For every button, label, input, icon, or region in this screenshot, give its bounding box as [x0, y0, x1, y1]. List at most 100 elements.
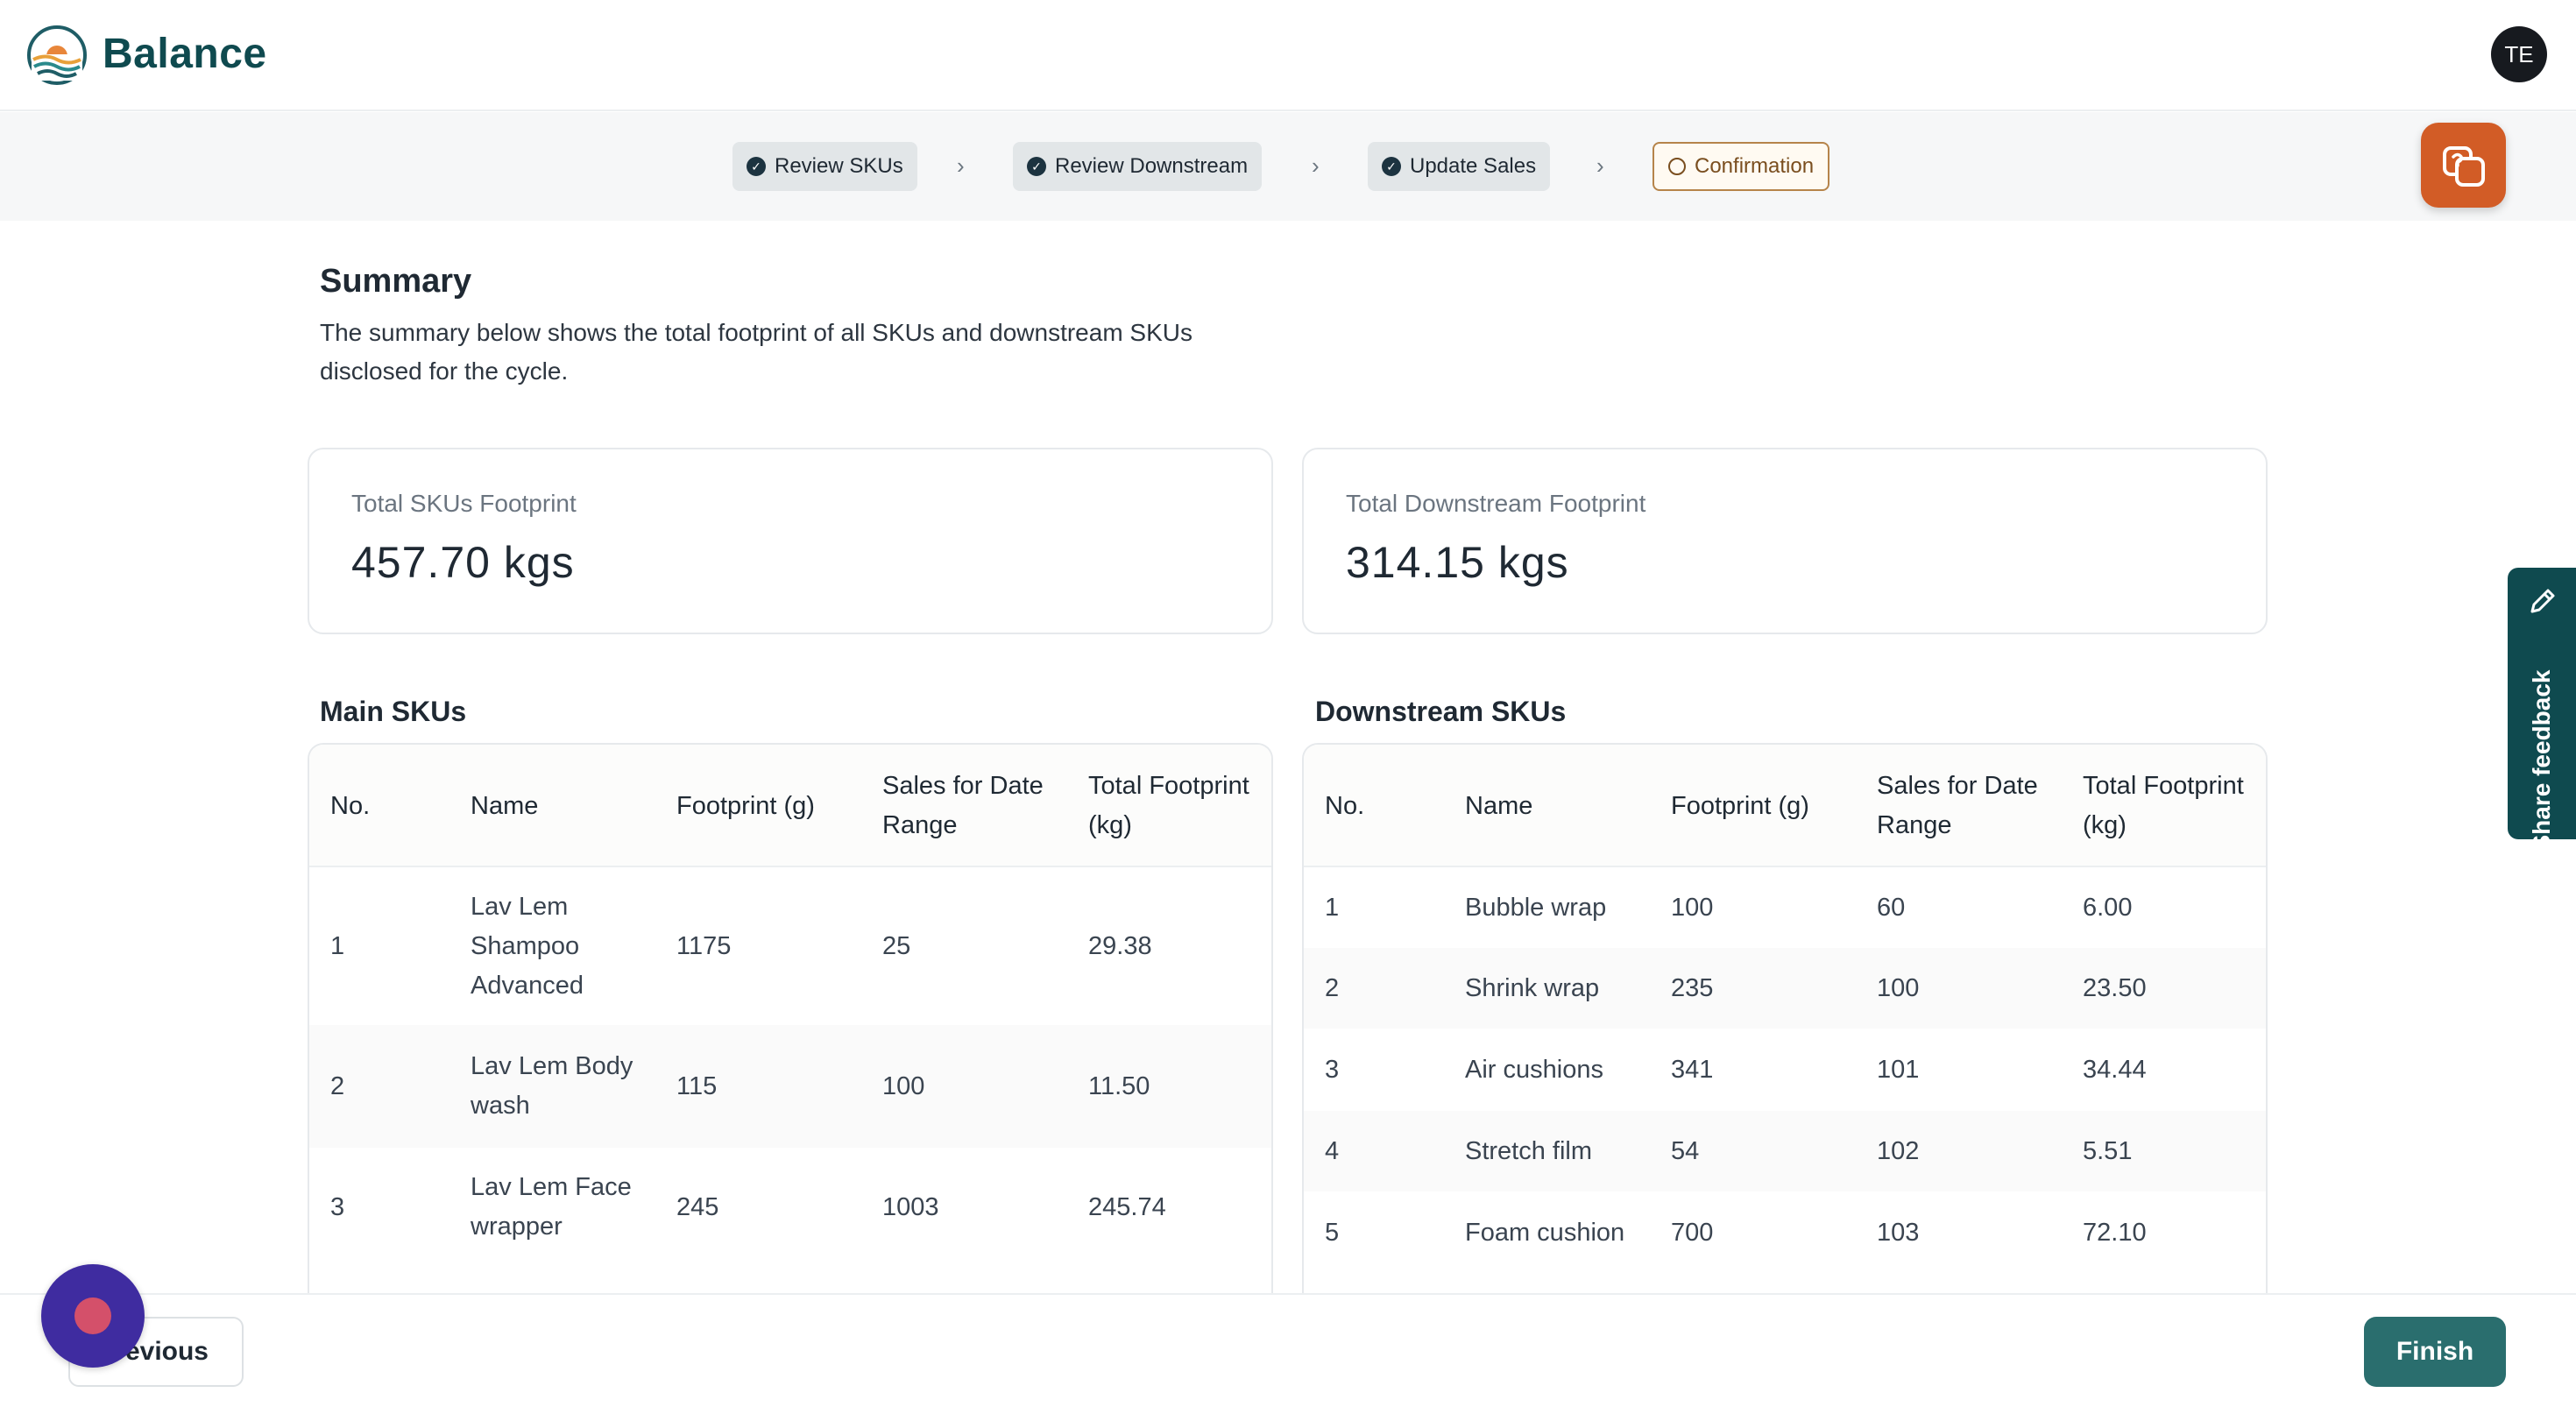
circle-outline-icon	[1668, 158, 1686, 175]
step-label: Review SKUs	[775, 154, 903, 178]
check-circle-icon: ✓	[747, 157, 766, 176]
cell-footprint: 245	[676, 1192, 719, 1221]
downstream-skus-table: No. Name Footprint (g) Sales for Date Ra…	[1302, 743, 2268, 1304]
summary-title: Summary	[320, 263, 472, 300]
chevron-right-icon: ›	[1312, 152, 1320, 179]
cell-sales: 101	[1877, 1055, 1920, 1084]
card-label: Total Downstream Footprint	[1346, 490, 1646, 517]
step-label: Update Sales	[1410, 154, 1537, 178]
cell-name: Bubble wrap	[1465, 893, 1607, 922]
share-feedback-label: Share feedback	[2528, 669, 2555, 852]
cell-footprint: 235	[1671, 973, 1714, 1002]
cell-sales: 100	[1877, 973, 1920, 1002]
cell-total: 23.50	[2083, 973, 2147, 1002]
share-feedback-tab[interactable]: Share feedback	[2508, 568, 2576, 852]
cell-footprint: 700	[1671, 1218, 1714, 1247]
step-label: Review Downstream	[1055, 154, 1249, 178]
column-header: Sales for Date Range	[1877, 772, 2038, 839]
table-row: 5 Foam cushion 700 103 72.10	[1304, 1191, 2266, 1274]
cell-no: 1	[1325, 893, 1340, 922]
card-value: 457.70 kgs	[351, 538, 575, 587]
cell-footprint: 54	[1671, 1136, 1700, 1165]
cell-no: 5	[1325, 1218, 1340, 1247]
chevron-right-icon: ›	[957, 152, 965, 179]
card-label: Total SKUs Footprint	[351, 490, 577, 517]
cell-total: 11.50	[1088, 1071, 1150, 1100]
cell-sales: 25	[882, 931, 911, 960]
column-header: Sales for Date Range	[882, 772, 1044, 839]
table-row: 2 Shrink wrap 235 100 23.50	[1304, 948, 2266, 1029]
cell-name: Lav Lem Face wrapper	[471, 1173, 632, 1241]
cell-sales: 102	[1877, 1136, 1920, 1165]
table-row: 1 Lav Lem Shampoo Advanced 1175 25 29.38	[309, 867, 1271, 1025]
chevron-right-icon: ›	[1596, 152, 1604, 179]
logo-icon	[27, 25, 87, 85]
table-row: 4 Stretch film 54 102 5.51	[1304, 1111, 2266, 1191]
cell-footprint: 1175	[676, 931, 732, 960]
column-header: Name	[1465, 791, 1533, 820]
cell-name: Lav Lem Body wash	[471, 1052, 633, 1120]
user-avatar[interactable]: TE	[2491, 26, 2547, 82]
total-skus-footprint-card: Total SKUs Footprint 457.70 kgs	[308, 448, 1273, 634]
pencil-icon	[2530, 589, 2555, 613]
help-chat-icon	[2442, 145, 2485, 187]
cell-name: Air cushions	[1465, 1055, 1603, 1084]
step-label: Confirmation	[1695, 154, 1815, 178]
cell-no: 4	[1325, 1136, 1340, 1165]
top-header: Balance TE	[0, 0, 2576, 111]
summary-description: The summary below shows the total footpr…	[320, 319, 1192, 385]
table-row: 2 Lav Lem Body wash 115 100 11.50	[309, 1025, 1271, 1148]
table-header: No. Name Footprint (g) Sales for Date Ra…	[309, 745, 1271, 867]
cell-total: 34.44	[2083, 1055, 2147, 1084]
step-update-sales[interactable]: ✓ Update Sales	[1368, 142, 1551, 191]
cell-sales: 1003	[882, 1192, 939, 1221]
downstream-skus-title: Downstream SKUs	[1315, 696, 1567, 727]
step-confirmation[interactable]: Confirmation	[1652, 142, 1830, 191]
table-row: 1 Bubble wrap 100 60 6.00	[1304, 867, 2266, 948]
check-circle-icon: ✓	[1382, 157, 1401, 176]
cell-sales: 60	[1877, 893, 1906, 922]
step-review-skus[interactable]: ✓ Review SKUs	[732, 142, 917, 191]
cell-no: 3	[330, 1192, 345, 1221]
main-skus-table: No. Name Footprint (g) Sales for Date Ra…	[308, 743, 1273, 1304]
table-header: No. Name Footprint (g) Sales for Date Ra…	[1304, 745, 2266, 867]
cell-footprint: 341	[1671, 1055, 1714, 1084]
cell-no: 2	[330, 1071, 345, 1100]
main-skus-title: Main SKUs	[320, 696, 467, 727]
cell-name: Stretch film	[1465, 1136, 1593, 1165]
cell-no: 3	[1325, 1055, 1340, 1084]
brand-name[interactable]: Balance	[103, 26, 267, 82]
footer-bar	[0, 1293, 2576, 1407]
cell-total: 5.51	[2083, 1136, 2133, 1165]
cell-no: 1	[330, 931, 345, 960]
cell-no: 2	[1325, 973, 1340, 1002]
table-row: 3 Air cushions 341 101 34.44	[1304, 1029, 2266, 1111]
cell-total: 245.74	[1088, 1192, 1166, 1221]
column-header: No.	[330, 791, 371, 820]
column-header: Footprint (g)	[676, 791, 815, 820]
cell-total: 72.10	[2083, 1218, 2147, 1247]
progress-stepper: ✓ Review SKUs › ✓ Review Downstream › ✓ …	[0, 112, 2576, 221]
record-button[interactable]	[41, 1264, 145, 1368]
cell-footprint: 100	[1671, 893, 1714, 922]
cell-name: Shrink wrap	[1465, 973, 1600, 1002]
check-circle-icon: ✓	[1027, 157, 1046, 176]
cell-total: 29.38	[1088, 931, 1152, 960]
column-header: Name	[471, 791, 539, 820]
record-icon	[74, 1297, 111, 1334]
cell-footprint: 115	[676, 1071, 718, 1100]
column-header: Total Footprint (kg)	[2083, 772, 2244, 839]
table-row: 3 Lav Lem Face wrapper 245 1003 245.74	[309, 1148, 1271, 1267]
help-chat-button[interactable]	[2421, 123, 2506, 208]
cell-name: Foam cushion	[1465, 1218, 1625, 1247]
total-downstream-footprint-card: Total Downstream Footprint 314.15 kgs	[1302, 448, 2268, 634]
column-header: Total Footprint (kg)	[1088, 772, 1249, 839]
finish-button[interactable]: Finish	[2364, 1317, 2506, 1387]
cell-sales: 100	[882, 1071, 925, 1100]
column-header: No.	[1325, 791, 1365, 820]
column-header: Footprint (g)	[1671, 791, 1809, 820]
cell-total: 6.00	[2083, 893, 2133, 922]
step-review-downstream[interactable]: ✓ Review Downstream	[1013, 142, 1263, 191]
card-value: 314.15 kgs	[1346, 538, 1569, 587]
cell-name: Lav Lem Shampoo Advanced	[471, 892, 584, 1000]
